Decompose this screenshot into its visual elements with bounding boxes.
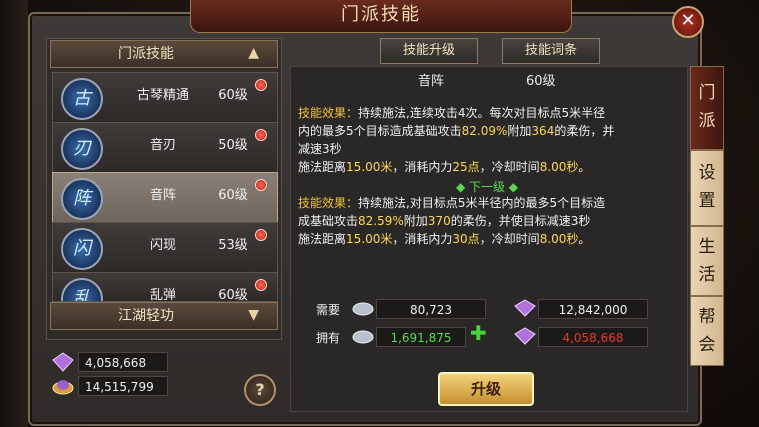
skill-name: 音阵 [149,188,176,203]
gold-icon [52,380,74,395]
window-title: 门派技能 [341,4,421,25]
side-tab-life[interactable]: 生活 [690,226,724,296]
skill-item-guqin[interactable]: 古 古琴精通 60级 [52,72,278,124]
notification-dot-icon [255,229,267,241]
notification-dot-icon [255,79,267,91]
skill-item-luantan[interactable]: 乱 乱弹 60级 [52,272,278,302]
skill-icon: 阵 [61,178,103,220]
side-tab-sect[interactable]: 门派 [690,66,724,150]
skill-level: 53级 [218,238,248,253]
skill-icon: 乱 [61,278,103,301]
skill-name: 闪现 [149,238,176,253]
skill-item-yinren[interactable]: 刃 音刃 50级 [52,122,278,174]
close-button[interactable]: ✕ [672,6,704,38]
silver-icon [352,302,374,316]
skill-name: 音刃 [149,138,176,153]
next-effect: 技能效果：持续施法,对目标点5米半径内的最多5个目标造 成基础攻击82.59%附… [298,196,606,246]
notification-dot-icon [255,279,267,291]
resource-gold-row: 14,515,799 [52,376,170,396]
upgrade-button[interactable]: 升级 [438,372,534,406]
purple-gem-icon [514,327,536,345]
skill-icon: 古 [61,78,103,120]
side-tab-guild[interactable]: 帮会 [690,296,724,366]
skill-item-yinzhen[interactable]: 阵 音阵 60级 [52,172,278,224]
gold-amount: 14,515,799 [78,376,168,396]
chevron-down-icon: ▼ [248,307,259,323]
gem-amount: 4,058,668 [78,352,168,372]
purple-gem-icon [52,352,74,372]
have-label: 拥有 [316,331,341,345]
have-silver-amount: 1,691,875 [376,327,466,347]
skill-detail-header: 音阵 60级 [296,70,680,94]
chevron-up-icon: ▲ [248,45,259,61]
need-silver-amount: 80,723 [376,299,486,319]
notification-dot-icon [255,179,267,191]
purple-gem-icon [514,299,536,317]
add-silver-button[interactable]: ✚ [470,323,487,343]
skill-list-header[interactable]: 门派技能 ▲ [50,40,278,68]
skill-level: 60级 [218,288,248,302]
qinggong-header[interactable]: 江湖轻功 ▼ [50,302,278,330]
tab-skill-upgrade[interactable]: 技能升级 [380,38,478,64]
tab-skill-affix[interactable]: 技能词条 [502,38,600,64]
notification-dot-icon [255,129,267,141]
have-gem-amount: 4,058,668 [538,327,648,347]
skill-level: 60级 [218,88,248,103]
next-level-label: ◆ 下一级 ◆ [455,180,519,194]
qinggong-label: 江湖轻功 [118,308,174,324]
skill-level: 60级 [218,188,248,203]
skill-icon: 闪 [61,228,103,270]
help-button[interactable]: ? [244,374,276,406]
need-gem-amount: 12,842,000 [538,299,648,319]
resource-gem-row: 4,058,668 [52,352,170,372]
title-bar: 门派技能 [190,0,572,33]
silver-icon [352,330,374,344]
skill-name: 古琴精通 [136,88,189,103]
skill-list-header-label: 门派技能 [118,46,174,62]
left-edge-shadow [0,0,28,427]
current-effect: 技能效果：持续施法,连续攻击4次。每次对目标点5米半径 内的最多5个目标造成基础… [298,106,615,174]
skill-icon: 刃 [61,128,103,170]
detail-skill-level: 60级 [526,74,556,89]
skill-name: 乱弹 [149,288,176,302]
side-tab-settings[interactable]: 设置 [690,150,724,226]
need-label: 需要 [316,303,341,317]
detail-skill-name: 音阵 [418,74,445,89]
skill-item-shanxian[interactable]: 闪 闪现 53级 [52,222,278,274]
skill-level: 50级 [218,138,248,153]
